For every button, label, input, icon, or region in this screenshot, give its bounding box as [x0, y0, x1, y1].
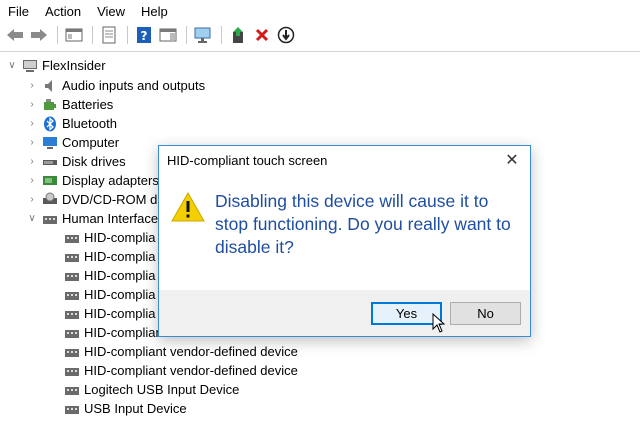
menu-file[interactable]: File — [0, 4, 37, 19]
hid-device-icon — [65, 234, 79, 243]
dialog-title-bar[interactable]: HID-compliant touch screen ✕ — [159, 146, 530, 176]
warning-icon — [171, 192, 205, 222]
svg-text:?: ? — [141, 29, 148, 43]
battery-icon — [44, 98, 56, 110]
tree-root[interactable]: ∨ FlexInsider — [6, 56, 106, 75]
tree-item-label: HID-complia — [84, 268, 156, 283]
scan-hardware-icon[interactable] — [192, 24, 214, 46]
hid-device-icon — [65, 253, 79, 262]
disable-device-icon[interactable] — [275, 24, 297, 46]
tree-item-human-interface[interactable]: ∨ Human Interface — [26, 209, 158, 228]
tree-item-hid-device[interactable]: Logitech USB Input Device — [64, 380, 239, 399]
mouse-cursor-icon — [432, 313, 446, 333]
menu-bar: File Action View Help — [0, 0, 640, 22]
action-pane-icon[interactable] — [157, 24, 179, 46]
tree-item-computer[interactable]: › Computer — [26, 133, 119, 152]
menu-view[interactable]: View — [89, 4, 133, 19]
tree-item-hid-device[interactable]: HID-complia — [64, 304, 156, 323]
update-driver-icon[interactable] — [227, 24, 249, 46]
tree-item-audio[interactable]: › Audio inputs and outputs — [26, 76, 205, 95]
hid-device-icon — [65, 348, 79, 357]
hid-device-icon — [65, 291, 79, 300]
tree-item-dvd[interactable]: › DVD/CD-ROM d — [26, 190, 157, 209]
tree-item-hid-device[interactable]: HID-complia — [64, 247, 156, 266]
toolbar-separator — [186, 26, 187, 44]
hid-device-icon — [65, 405, 79, 414]
tree-item-hid-device[interactable]: HID-complia — [64, 285, 156, 304]
help-icon[interactable]: ? — [133, 24, 155, 46]
disable-device-dialog: HID-compliant touch screen ✕ Disabling t… — [158, 145, 531, 337]
tree-item-label: Display adapters — [62, 173, 159, 188]
tree-item-label: Batteries — [62, 97, 114, 112]
close-icon[interactable]: ✕ — [502, 151, 522, 171]
chevron-down-icon[interactable]: ∨ — [6, 60, 18, 71]
toolbar-separator — [221, 26, 222, 44]
display-adapter-icon — [43, 175, 57, 185]
speaker-icon — [45, 79, 52, 92]
chevron-right-icon[interactable]: › — [26, 194, 38, 205]
tree-item-batteries[interactable]: › Batteries — [26, 95, 113, 114]
toolbar-separator — [127, 26, 128, 44]
tree-item-label: HID-complia — [84, 287, 156, 302]
dvd-drive-icon — [43, 192, 57, 204]
dialog-message: Disabling this device will cause it to s… — [215, 191, 511, 257]
tree-item-label: HID-complia — [84, 306, 156, 321]
hid-icon — [43, 215, 57, 224]
chevron-right-icon[interactable]: › — [26, 137, 38, 148]
tree-item-label: DVD/CD-ROM d — [62, 192, 158, 207]
no-button[interactable]: No — [450, 302, 521, 325]
uninstall-icon[interactable] — [251, 24, 273, 46]
tree-item-label: Human Interface — [62, 211, 159, 226]
tree-item-hid-device[interactable]: HID-complia — [64, 228, 156, 247]
tree-item-label: Disk drives — [62, 154, 126, 169]
toolbar: ? — [0, 22, 640, 48]
chevron-down-icon[interactable]: ∨ — [26, 213, 38, 224]
tree-item-label: Audio inputs and outputs — [62, 78, 206, 93]
hid-device-icon — [65, 310, 79, 319]
tree-item-label: USB Input Device — [84, 401, 187, 416]
dialog-title: HID-compliant touch screen — [167, 153, 328, 168]
forward-arrow-icon[interactable] — [28, 24, 50, 46]
tree-item-bluetooth[interactable]: › Bluetooth — [26, 114, 117, 133]
chevron-right-icon[interactable]: › — [26, 175, 38, 186]
tree-item-label: HID-complia — [84, 230, 156, 245]
chevron-right-icon[interactable]: › — [26, 99, 38, 110]
monitor-icon — [43, 136, 57, 149]
hid-device-icon — [65, 329, 79, 338]
chevron-right-icon[interactable]: › — [26, 80, 38, 91]
tree-item-disk-drives[interactable]: › Disk drives — [26, 152, 126, 171]
chevron-right-icon[interactable]: › — [26, 118, 38, 129]
menu-help[interactable]: Help — [133, 4, 176, 19]
tree-item-hid-device[interactable]: USB Input Device — [64, 399, 187, 418]
tree-item-label: Logitech USB Input Device — [84, 382, 240, 397]
tree-root-label: FlexInsider — [42, 58, 106, 73]
toolbar-separator — [57, 26, 58, 44]
tree-item-label: Computer — [62, 135, 120, 150]
toolbar-divider — [0, 51, 640, 52]
tree-item-label: HID-compliant vendor-defined device — [84, 363, 298, 378]
dialog-button-bar: Yes No — [159, 290, 530, 336]
hid-device-icon — [65, 386, 79, 395]
tree-item-hid-device[interactable]: HID-complia — [64, 266, 156, 285]
tree-item-display-adapters[interactable]: › Display adapters — [26, 171, 159, 190]
chevron-right-icon[interactable]: › — [26, 156, 38, 167]
tree-item-label: HID-compliant vendor-defined device — [84, 344, 298, 359]
disk-drive-icon — [43, 159, 57, 165]
menu-action[interactable]: Action — [37, 4, 89, 19]
computer-root-icon — [23, 59, 37, 72]
tree-item-label: HID-complia — [84, 249, 156, 264]
toolbar-separator — [92, 26, 93, 44]
show-hide-console-icon[interactable] — [63, 24, 85, 46]
bluetooth-icon — [44, 116, 56, 131]
tree-item-label: Bluetooth — [62, 116, 117, 131]
hid-device-icon — [65, 367, 79, 376]
back-arrow-icon[interactable] — [4, 24, 26, 46]
tree-item-hid-device[interactable]: HID-compliant vendor-defined device — [64, 361, 298, 380]
properties-icon[interactable] — [98, 24, 120, 46]
hid-device-icon — [65, 272, 79, 281]
tree-item-hid-device[interactable]: HID-compliant vendor-defined device — [64, 342, 298, 361]
